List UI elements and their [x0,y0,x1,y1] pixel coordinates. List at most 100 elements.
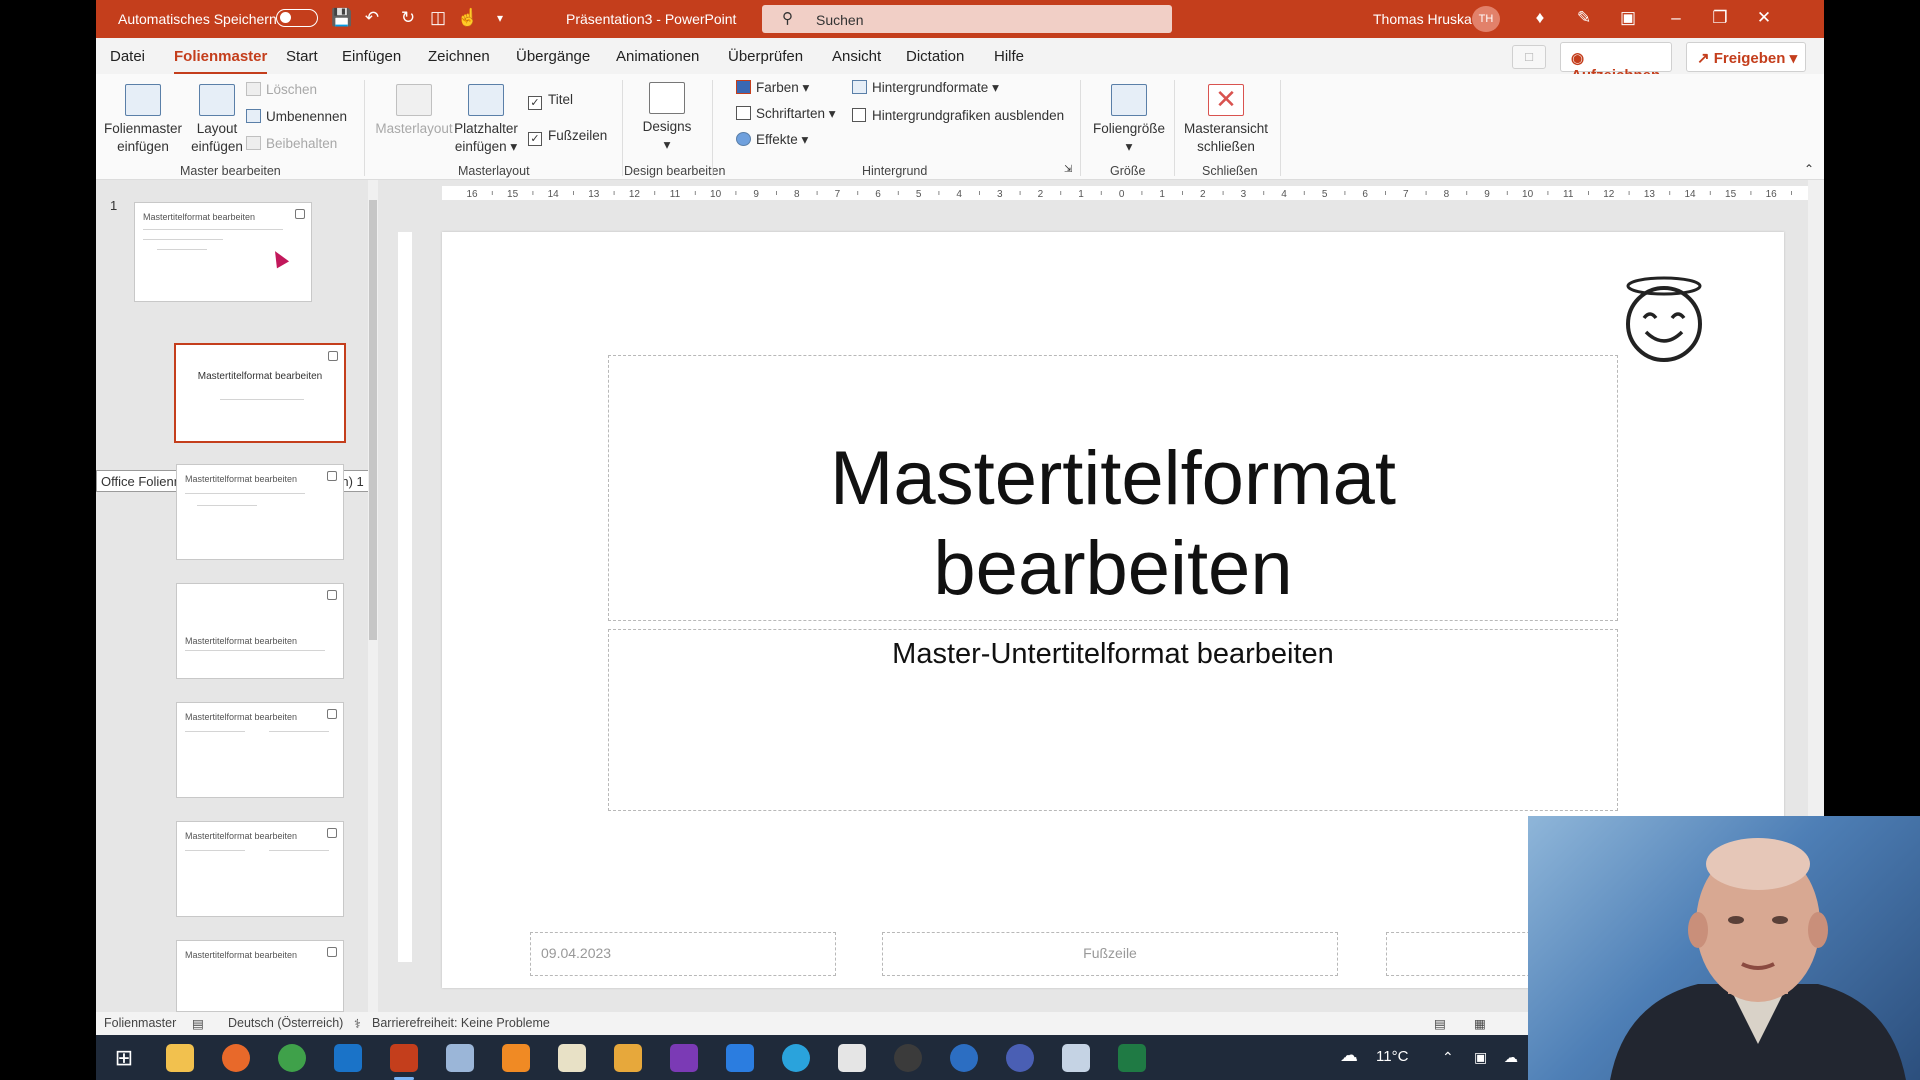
tab-uebergaenge[interactable]: Übergänge [516,48,590,65]
file-explorer-icon[interactable] [166,1044,194,1072]
layout-thumbnail[interactable]: Mastertitelformat bearbeiten [176,821,344,917]
autosave-toggle[interactable] [276,9,318,27]
tab-datei[interactable]: Datei [110,48,145,65]
status-accessibility[interactable]: Barrierefreiheit: Keine Probleme [372,1016,550,1030]
layout-thumbnail-title[interactable]: Mastertitelformat bearbeiten [174,343,346,443]
customize-qat-icon[interactable]: ▾ [488,6,512,30]
tray-cloud-icon[interactable]: ☁ [1504,1049,1518,1066]
layout-thumbnail[interactable]: Mastertitelformat bearbeiten [176,583,344,679]
close-master-view-button[interactable]: ✕ Masteransicht schließen [1178,84,1274,156]
delete-label: Löschen [266,82,318,97]
tab-hilfe[interactable]: Hilfe [994,48,1024,65]
app-icon[interactable] [1006,1044,1034,1072]
master-layout-button[interactable]: Masterlayout [372,84,456,138]
fonts-button[interactable]: Schriftarten ▾ [736,106,836,122]
designs-button[interactable]: Designs ▾ [636,82,698,154]
scrollbar-thumb[interactable] [369,200,377,640]
app-icon[interactable] [950,1044,978,1072]
ruler-tick-label: 12 [629,189,641,200]
background-dialog-launcher-icon[interactable]: ⇲ [1064,164,1072,175]
acrobat-icon[interactable] [838,1044,866,1072]
search-box[interactable]: ⚲ Suchen [762,5,1172,33]
background-formats-button[interactable]: Hintergrundformate ▾ [852,80,999,96]
status-language[interactable]: Deutsch (Österreich) [228,1016,343,1030]
pen-icon[interactable]: ✎ [1572,6,1596,30]
group-label-background: Hintergrund [862,164,928,178]
excel-icon[interactable] [1118,1044,1146,1072]
tab-einfuegen[interactable]: Einfügen [342,48,401,65]
lock-icon [328,351,338,361]
ribbon-display-icon[interactable]: ▣ [1616,6,1640,30]
tab-folienmaster[interactable]: Folienmaster [174,48,268,75]
insert-slide-master-button[interactable]: Folienmaster einfügen [104,84,182,156]
thumb-title: Mastertitelformat bearbeiten [185,950,298,960]
ruler-tick-label: 8 [1444,189,1450,200]
redo-icon[interactable]: ↻ [396,6,420,30]
layout-thumbnail[interactable]: Mastertitelformat bearbeiten [176,702,344,798]
touch-mode-icon[interactable]: ☝ [456,6,480,30]
comments-button[interactable]: □ [1512,45,1546,69]
app-icon[interactable] [614,1044,642,1072]
windows-start-icon[interactable]: ⊞ [110,1044,138,1072]
close-icon[interactable]: ✕ [1752,6,1776,30]
tab-ansicht[interactable]: Ansicht [832,48,881,65]
tab-dictation[interactable]: Dictation [906,48,964,65]
presenter-video [1610,838,1906,1080]
tab-ueberpruefen[interactable]: Überprüfen [728,48,803,65]
delete-button[interactable]: Löschen [246,82,317,97]
user-name[interactable]: Thomas Hruska [1373,11,1472,27]
tray-chevron-icon[interactable]: ⌃ [1442,1049,1454,1066]
app-icon[interactable] [894,1044,922,1072]
hide-background-checkbox[interactable]: Hintergrundgrafiken ausblenden [852,108,1064,123]
tab-start[interactable]: Start [286,48,318,65]
date-placeholder[interactable]: 09.04.2023 [530,932,836,976]
share-button[interactable]: ↗ Freigeben ▾ [1686,42,1806,72]
notes-icon[interactable]: ▤ [192,1016,204,1031]
insert-placeholder-button[interactable]: Platzhalter einfügen ▾ [450,84,522,156]
slide-size-button[interactable]: Foliengröße ▾ [1086,84,1172,156]
layout-thumbnail[interactable]: Mastertitelformat bearbeiten [176,940,344,1012]
thumb-line [269,850,329,851]
footer-checkbox[interactable]: ✓ Fußzeilen [528,128,607,146]
ruler-tick-label: 10 [710,189,722,200]
minimize-icon[interactable]: – [1664,6,1688,30]
tab-zeichnen[interactable]: Zeichnen [428,48,490,65]
app-icon[interactable] [558,1044,586,1072]
preserve-button[interactable]: Beibehalten [246,136,337,151]
tab-animationen[interactable]: Animationen [616,48,699,65]
slide-master-thumbnail[interactable]: Mastertitelformat bearbeiten [134,202,312,302]
title-checkbox[interactable]: ✓ Titel [528,92,573,110]
powerpoint-icon[interactable] [390,1044,418,1080]
ribbon-tabs: Datei Folienmaster Start Einfügen Zeichn… [96,38,1824,84]
undo-icon[interactable]: ↶ [360,6,384,30]
subtitle-placeholder[interactable]: Master-Untertitelformat bearbeiten [608,629,1618,811]
firefox-icon[interactable] [222,1044,250,1072]
record-button[interactable]: ◉ Aufzeichnen [1560,42,1672,84]
normal-view-icon[interactable]: ▤ [1434,1016,1446,1031]
rename-button[interactable]: Umbenennen [246,109,347,124]
onenote-icon[interactable] [670,1044,698,1072]
app-icon[interactable] [1062,1044,1090,1072]
slide-sorter-icon[interactable]: ▦ [1474,1016,1486,1031]
effects-button[interactable]: Effekte ▾ [736,132,808,148]
save-icon[interactable]: 💾 [330,6,354,30]
weather-temperature[interactable]: 11°C [1376,1048,1408,1065]
footer-placeholder[interactable]: Fußzeile [882,932,1338,976]
chrome-icon[interactable] [278,1044,306,1072]
tray-app-icon[interactable]: ▣ [1474,1049,1487,1066]
premium-diamond-icon[interactable]: ♦ [1528,6,1552,30]
app-icon[interactable] [446,1044,474,1072]
outlook-icon[interactable] [334,1044,362,1072]
layout-thumbnail[interactable]: Mastertitelformat bearbeiten [176,464,344,560]
telegram-icon[interactable] [782,1044,810,1072]
title-placeholder[interactable]: Mastertitelformat bearbeiten [608,355,1618,621]
collapse-ribbon-icon[interactable]: ⌃ [1804,162,1814,176]
vlc-icon[interactable] [502,1044,530,1072]
restore-icon[interactable]: ❐ [1708,6,1732,30]
thumbnail-scrollbar[interactable] [368,180,378,1012]
present-icon[interactable]: ◫ [426,6,450,30]
insert-layout-button[interactable]: Layout einfügen [188,84,246,156]
visio-icon[interactable] [726,1044,754,1072]
colors-button[interactable]: Farben ▾ [736,80,809,96]
avatar[interactable]: TH [1472,6,1500,32]
